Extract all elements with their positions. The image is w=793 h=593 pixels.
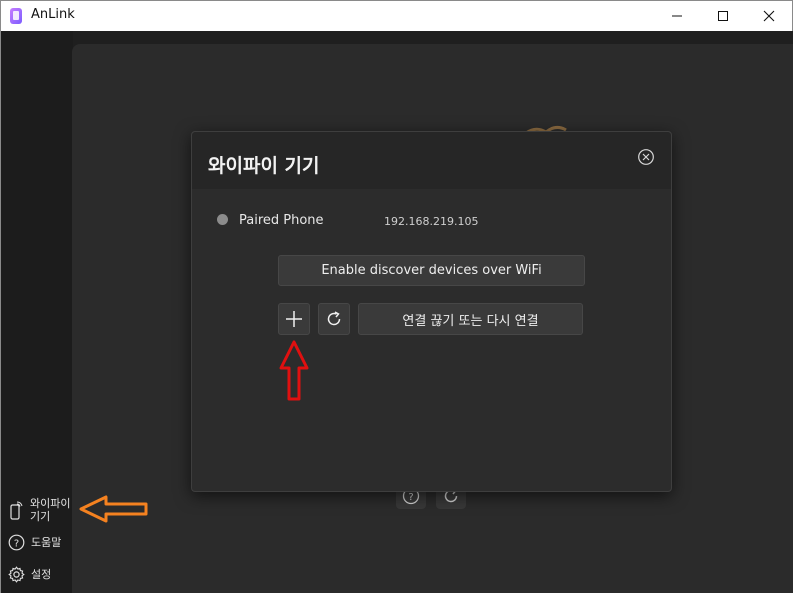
svg-text:?: ? <box>408 492 413 503</box>
sidebar-item-help[interactable]: ? 도움말 <box>8 534 61 551</box>
close-icon <box>763 10 775 22</box>
device-ip-address: 192.168.219.105 <box>384 215 479 228</box>
window-title: AnLink <box>31 7 75 22</box>
svg-text:?: ? <box>14 539 19 550</box>
minimize-button[interactable] <box>654 1 700 31</box>
sidebar-item-settings[interactable]: 설정 <box>8 566 51 583</box>
device-status-dot <box>217 214 228 225</box>
device-list-item[interactable]: Paired Phone 192.168.219.105 <box>217 213 478 228</box>
close-dialog-icon[interactable] <box>637 148 655 166</box>
enable-discover-button[interactable]: Enable discover devices over WiFi <box>278 255 585 286</box>
refresh-devices-button[interactable] <box>318 303 350 335</box>
close-window-button[interactable] <box>746 1 792 31</box>
minimize-icon <box>672 15 682 17</box>
plus-icon <box>286 311 302 327</box>
add-device-button[interactable] <box>278 303 310 335</box>
dialog-title: 와이파이 기기 <box>208 155 320 177</box>
wifi-devices-dialog: 와이파이 기기 Paired Phone 192.168.219.105 Ena… <box>191 131 672 492</box>
phone-wifi-icon <box>10 501 23 520</box>
title-bar: AnLink <box>0 0 793 31</box>
dialog-header: 와이파이 기기 <box>192 132 671 189</box>
device-name: Paired Phone <box>239 213 324 228</box>
sidebar-item-label: 도움말 <box>31 536 62 549</box>
refresh-icon <box>327 311 341 326</box>
sidebar-item-label: 설정 <box>31 568 52 581</box>
maximize-button[interactable] <box>700 1 746 31</box>
reconnect-button[interactable]: 연결 끊기 또는 다시 연결 <box>358 303 583 335</box>
red-up-arrow-icon <box>279 340 309 401</box>
sidebar-item-wifi-devices[interactable]: 와이파이 기기 <box>8 497 74 523</box>
help-icon: ? <box>8 534 25 551</box>
maximize-icon <box>718 11 728 21</box>
sidebar-item-label: 와이파이 기기 <box>30 497 71 523</box>
gear-icon <box>8 566 25 583</box>
app-logo-icon <box>10 8 22 24</box>
orange-left-arrow-icon <box>79 495 148 523</box>
